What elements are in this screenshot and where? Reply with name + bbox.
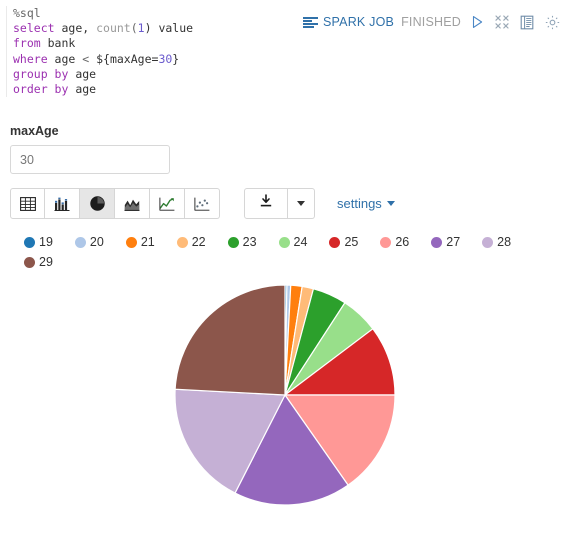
legend-color-swatch — [227, 236, 239, 248]
legend-item[interactable]: 28 — [482, 235, 511, 249]
code-token: order by — [13, 81, 69, 96]
code-token: ( — [130, 21, 138, 36]
gear-icon[interactable] — [543, 13, 561, 31]
download-dropdown-button[interactable] — [288, 188, 315, 219]
settings-label: settings — [337, 196, 382, 211]
legend-item-label: 27 — [446, 235, 461, 249]
legend-item[interactable]: 26 — [380, 235, 409, 249]
legend-item[interactable]: 21 — [125, 235, 155, 249]
code-token: 30 — [158, 51, 173, 66]
legend-item-label: 23 — [242, 235, 257, 249]
line-chart-icon — [159, 197, 175, 211]
code-token: age — [47, 51, 83, 66]
code-line: group by age — [13, 67, 193, 82]
editor-row: %sql select age, count(1) value from bank w… — [0, 0, 573, 110]
code-token: from — [13, 36, 41, 51]
run-paragraph-icon[interactable] — [468, 13, 486, 31]
legend-item-label: 19 — [39, 235, 53, 249]
legend-color-swatch — [482, 236, 494, 248]
code-token: age — [68, 81, 97, 96]
legend-item[interactable]: 19 — [24, 235, 53, 249]
settings-toggle[interactable]: settings — [337, 196, 395, 211]
download-button[interactable] — [244, 188, 288, 219]
code-token: 1 — [137, 21, 145, 36]
spark-job-icon — [303, 16, 319, 28]
sql-code[interactable]: %sql select age, count(1) value from bank w… — [13, 6, 193, 97]
code-token: count — [96, 21, 131, 36]
code-line: select age, count(1) value — [13, 21, 193, 36]
code-token: } — [172, 51, 180, 66]
legend-color-swatch — [74, 236, 86, 248]
table-icon — [19, 196, 36, 211]
paragraph-status-bar: SPARK JOB FINISHED — [303, 6, 565, 31]
code-token: age, — [54, 21, 97, 36]
chevron-down-icon — [386, 201, 395, 206]
legend-item-label: 25 — [344, 235, 359, 249]
code-token: %sql — [13, 6, 41, 20]
legend-color-swatch — [278, 236, 290, 248]
scatter-chart-icon — [194, 197, 210, 211]
legend-item-label: 22 — [191, 235, 206, 249]
book-icon[interactable] — [518, 13, 536, 31]
visualization-toolbar: settings — [0, 174, 573, 219]
legend-item[interactable]: 25 — [329, 235, 358, 249]
collapse-icon[interactable] — [493, 13, 511, 31]
bar-chart-icon — [54, 197, 70, 211]
table-chart-button[interactable] — [10, 188, 45, 219]
code-token: bank — [40, 36, 76, 51]
legend-color-swatch — [176, 236, 188, 248]
maxage-input[interactable] — [10, 145, 170, 174]
code-line: where age < ${maxAge=30} — [13, 52, 193, 67]
status-badge: FINISHED — [401, 15, 461, 29]
legend-item-label: 28 — [497, 235, 512, 249]
legend-item-label: 29 — [39, 255, 53, 269]
legend-item[interactable]: 27 — [431, 235, 460, 249]
area-chart-button[interactable] — [115, 188, 150, 219]
code-token: select — [13, 21, 55, 36]
legend-item[interactable]: 22 — [176, 235, 206, 249]
pie-chart — [0, 275, 573, 525]
legend-color-swatch — [380, 236, 392, 248]
scatter-chart-button[interactable] — [185, 188, 220, 219]
chart-legend: 19 20 21 22 23 24 25 26 27 28 29 — [0, 219, 545, 275]
code-line: from bank — [13, 36, 193, 51]
code-token: ) value — [144, 21, 194, 36]
code-line: %sql — [13, 6, 193, 21]
chevron-down-icon — [297, 201, 305, 206]
legend-color-swatch — [329, 236, 341, 248]
legend-item[interactable]: 23 — [227, 235, 257, 249]
download-icon — [259, 194, 273, 213]
legend-item[interactable]: 29 — [24, 255, 53, 269]
maxage-label: maxAge — [10, 124, 59, 138]
code-token: age — [68, 66, 97, 81]
area-chart-icon — [124, 197, 140, 211]
legend-item-label: 21 — [140, 235, 155, 249]
pie-chart-icon — [89, 196, 105, 211]
pie-chart-button[interactable] — [80, 188, 115, 219]
chart-type-button-group — [10, 188, 220, 219]
legend-item[interactable]: 24 — [278, 235, 308, 249]
code-token: where — [13, 51, 48, 66]
pie-chart-svg[interactable] — [0, 275, 573, 525]
legend-item[interactable]: 20 — [74, 235, 104, 249]
legend-item-label: 26 — [395, 235, 410, 249]
paragraph-container: %sql select age, count(1) value from bank w… — [0, 0, 573, 551]
legend-color-swatch — [431, 236, 443, 248]
line-chart-button[interactable] — [150, 188, 185, 219]
code-token: group by — [13, 66, 69, 81]
download-button-group — [244, 188, 315, 219]
legend-item-label: 24 — [293, 235, 308, 249]
legend-color-swatch — [24, 236, 35, 248]
legend-color-swatch — [24, 256, 35, 268]
spark-job-link[interactable]: SPARK JOB — [303, 15, 394, 29]
bar-chart-button[interactable] — [45, 188, 80, 219]
legend-color-swatch — [125, 236, 137, 248]
code-editor[interactable]: %sql select age, count(1) value from bank w… — [6, 6, 193, 98]
pie-slice[interactable] — [174, 284, 286, 396]
spark-job-label: SPARK JOB — [323, 15, 395, 29]
code-line: order by age — [13, 82, 193, 97]
legend-item-label: 20 — [89, 235, 104, 249]
code-token: ${maxAge= — [89, 51, 159, 66]
dynamic-form: maxAge — [0, 110, 573, 174]
